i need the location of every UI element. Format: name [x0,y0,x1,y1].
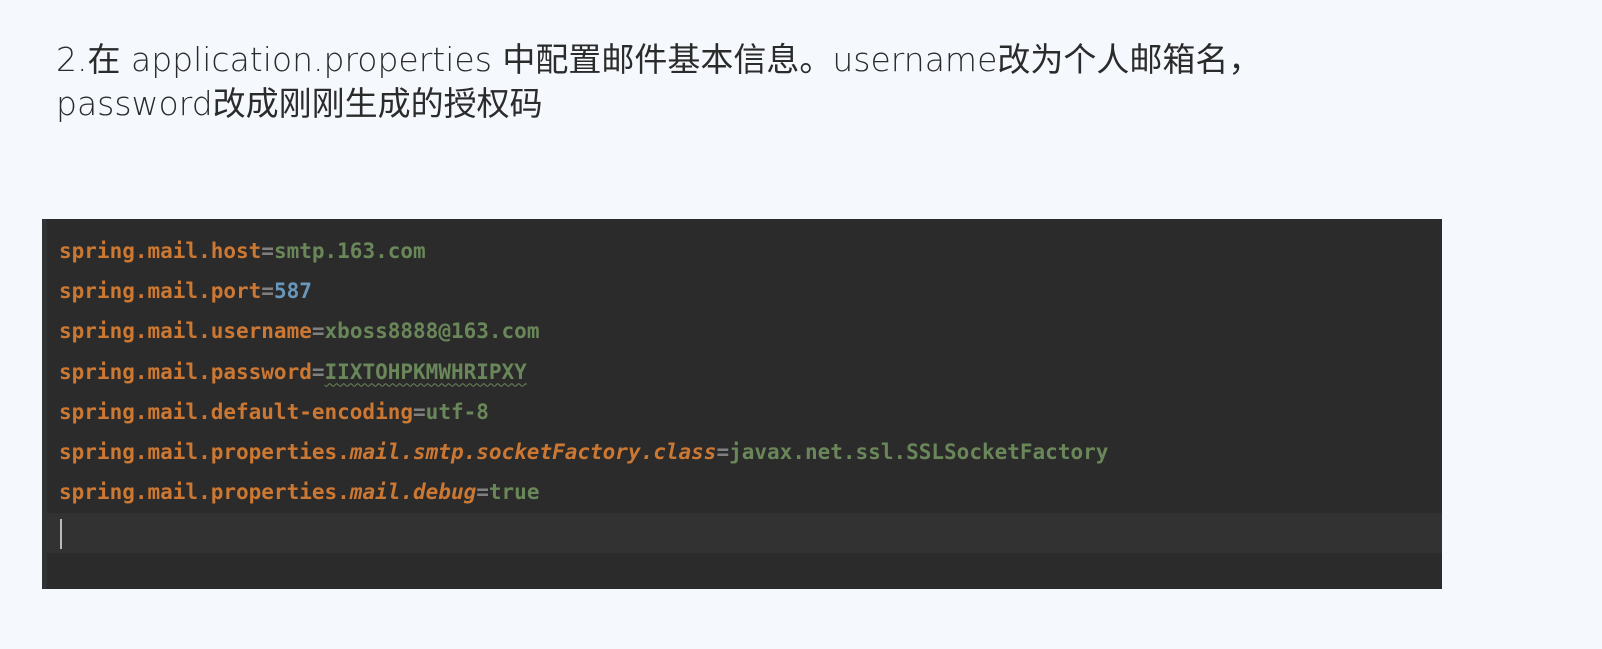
instruction-line-1: 2.在 application.properties 中配置邮件基本信息。use… [56,40,1262,79]
equals-sign: = [311,319,325,344]
code-line-port: spring.mail.port=587 [59,271,1108,311]
property-key-prefix: spring.mail.properties. [59,439,350,464]
property-key: spring.mail.username [59,319,312,344]
property-key: spring.mail.port [59,279,262,304]
property-key: spring.mail.default-encoding [59,399,414,424]
code-line-host: spring.mail.host=smtp.163.com [59,231,1108,271]
code-line-socket-factory: spring.mail.properties.mail.smtp.socketF… [59,432,1108,472]
code-line-username: spring.mail.username=xboss8888@163.com [59,311,1108,351]
equals-sign: = [716,439,730,464]
code-line-password: spring.mail.password=IIXTOHPKMWHRIPXY [59,352,1108,392]
code-line-debug: spring.mail.properties.mail.debug=true [59,472,1108,512]
property-value: true [488,480,540,505]
property-key-prefix: spring.mail.properties. [59,480,350,505]
current-line-highlight [47,513,1442,553]
property-value: javax.net.ssl.SSLSocketFactory [729,439,1109,464]
code-line-encoding: spring.mail.default-encoding=utf-8 [59,392,1108,432]
property-value: utf-8 [425,399,489,424]
equals-sign: = [311,359,325,384]
property-key-italic: mail.smtp.socketFactory.class [349,439,717,464]
property-key-italic: mail.debug [349,480,477,505]
code-editor[interactable]: spring.mail.host=smtp.163.com spring.mai… [42,219,1442,589]
equals-sign: = [261,239,274,263]
equals-sign: = [476,480,489,505]
property-key: spring.mail.password [59,359,312,384]
property-key: spring.mail.host [59,239,262,263]
property-value: IIXTOHPKMWHRIPXY [324,359,527,384]
code-lines: spring.mail.host=smtp.163.com spring.mai… [59,231,1108,512]
property-value: xboss8888@163.com [324,319,540,344]
text-caret [60,519,62,549]
instruction-text: 2.在 application.properties 中配置邮件基本信息。use… [56,38,1356,126]
property-value: 587 [273,279,312,304]
instruction-line-2: password改成刚刚生成的授权码 [56,84,543,123]
property-value: smtp.163.com [273,239,426,263]
equals-sign: = [261,279,274,304]
equals-sign: = [413,399,426,424]
